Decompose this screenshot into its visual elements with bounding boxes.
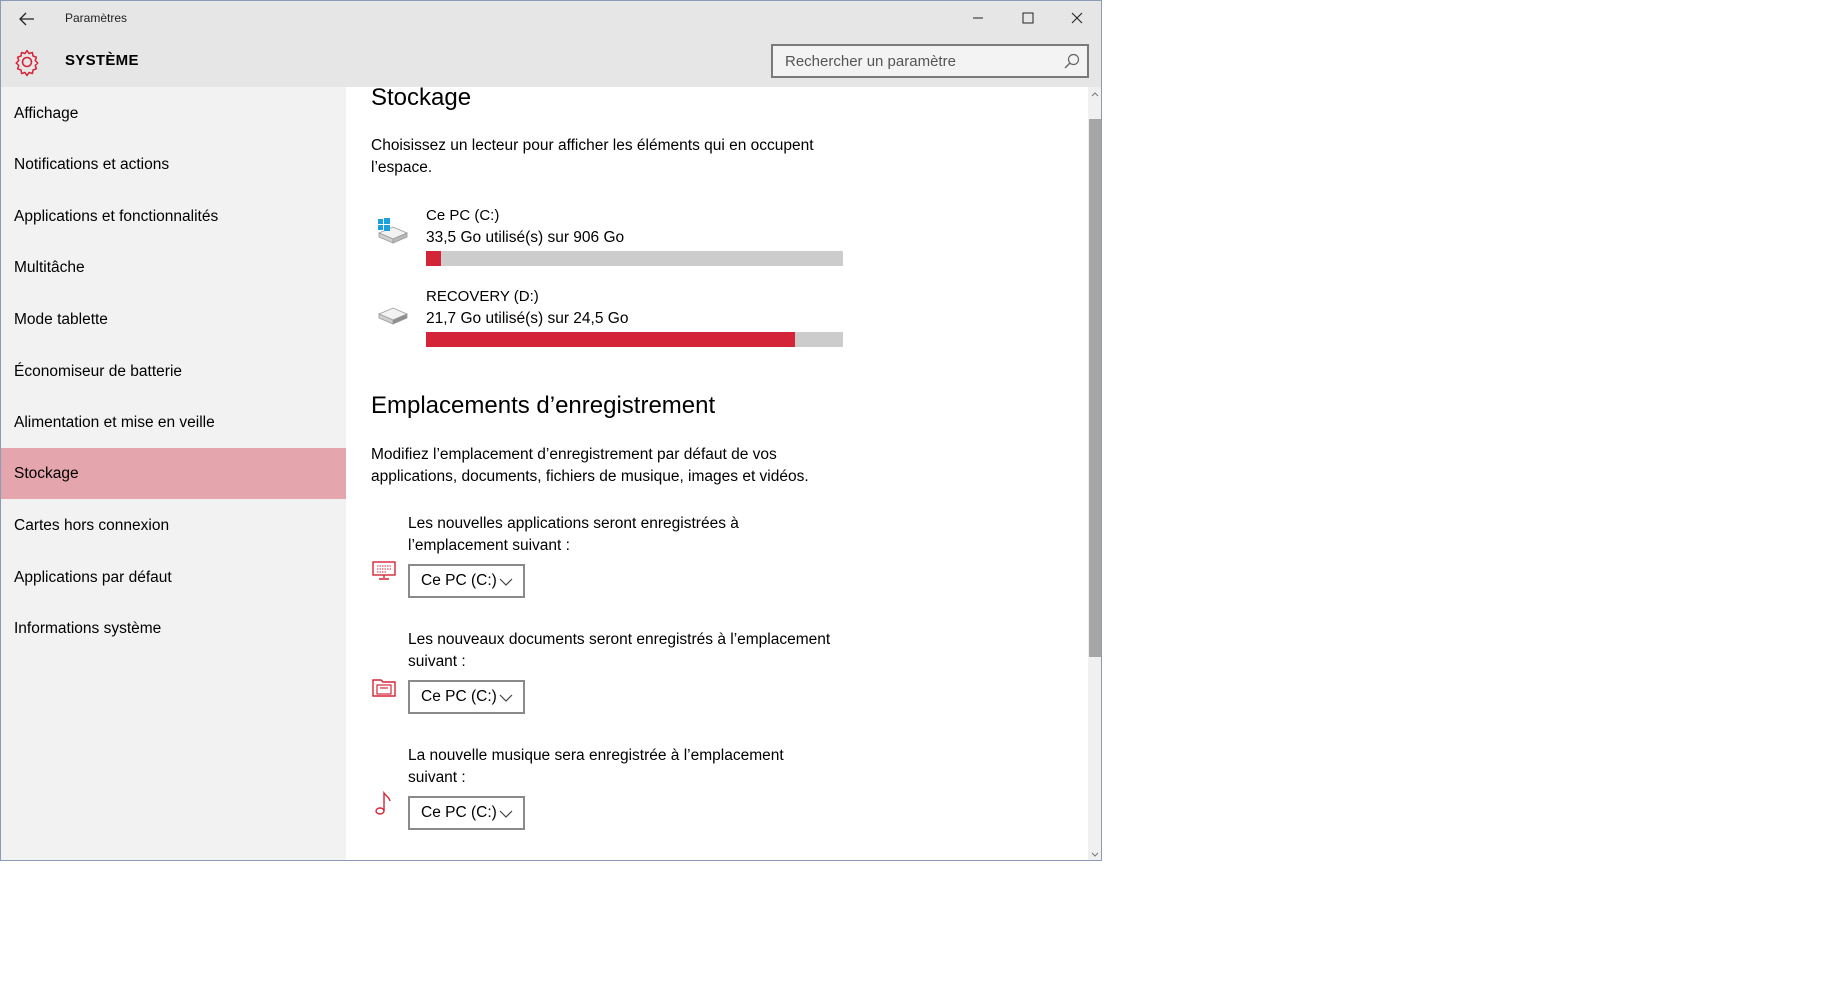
search-icon[interactable] [1063,52,1081,70]
back-button[interactable] [11,5,43,33]
music-location-dropdown[interactable]: Ce PC (C:) [408,796,525,830]
sidebar-item-label: Applications par défaut [14,568,172,586]
save-locations-description: Modifiez l’emplacement d’enregistrement … [371,446,809,485]
chevron-down-icon [1091,852,1099,857]
close-button[interactable] [1052,1,1101,35]
settings-window: Paramètres SYSTÈME Rechercher un paramèt… [0,0,1102,861]
drive-name: RECOVERY (D:) [426,288,539,305]
sidebar-item-label: Alimentation et mise en veille [14,413,215,431]
drive-usage: 21,7 Go utilisé(s) sur 24,5 Go [426,310,629,327]
minimize-button[interactable] [953,1,1003,35]
chevron-down-icon [499,578,513,586]
main-content: Stockage Choisissez un lecteur pour affi… [346,87,1088,860]
storage-heading: Stockage [371,87,472,111]
sidebar-item-cartes[interactable]: Cartes hors connexion [1,500,346,551]
drive-name: Ce PC (C:) [426,207,500,224]
minimize-icon [973,17,983,19]
settings-header: SYSTÈME [1,37,1101,87]
sidebar-item-label: Cartes hors connexion [14,516,170,534]
scroll-down-button[interactable] [1088,848,1101,860]
title-bar: Paramètres [1,1,1101,37]
drive-usage-fill [426,332,796,347]
chevron-up-icon [1091,92,1099,97]
gear-icon [15,49,39,77]
sidebar-item-label: Affichage [14,104,79,122]
sidebar-item-alimentation[interactable]: Alimentation et mise en veille [1,397,346,448]
sidebar-item-applications[interactable]: Applications et fonctionnalités [1,191,346,242]
maximize-icon [1022,12,1034,24]
sidebar-item-economiseur[interactable]: Économiseur de batterie [1,346,346,397]
sidebar-item-label: Notifications et actions [14,155,170,173]
sidebar-item-stockage[interactable]: Stockage [1,448,346,499]
sidebar-item-label: Multitâche [14,258,85,276]
sidebar-item-label: Stockage [14,464,79,482]
sidebar-item-label: Mode tablette [14,310,108,328]
drive-d[interactable]: RECOVERY (D:) 21,7 Go utilisé(s) sur 24,… [371,288,851,354]
dropdown-value: Ce PC (C:) [421,804,497,821]
sidebar-item-label: Applications et fonctionnalités [14,207,219,225]
search-input[interactable] [773,46,1087,76]
search-box[interactable] [771,44,1089,78]
sidebar-item-multitache[interactable]: Multitâche [1,242,346,293]
sidebar-item-mode-tablette[interactable]: Mode tablette [1,294,346,345]
chevron-down-icon [499,810,513,818]
apps-location-dropdown[interactable]: Ce PC (C:) [408,564,525,598]
documents-icon [372,679,396,697]
save-locations-heading: Emplacements d’enregistrement [371,392,716,419]
sidebar-item-informations[interactable]: Informations système [1,603,346,654]
close-icon [1071,12,1083,24]
drive-icon [377,307,409,325]
storage-description: Choisissez un lecteur pour afficher les … [371,137,814,176]
chevron-down-icon [499,694,513,702]
drive-c[interactable]: Ce PC (C:) 33,5 Go utilisé(s) sur 906 Go [371,207,851,273]
music-note-icon [375,790,391,815]
scroll-up-button[interactable] [1088,87,1101,101]
music-location-label: La nouvelle musique sera enregistrée à l… [408,747,784,786]
drive-usage-bar [426,332,843,347]
documents-location-dropdown[interactable]: Ce PC (C:) [408,680,525,714]
drive-usage: 33,5 Go utilisé(s) sur 906 Go [426,229,625,246]
drive-usage-fill [426,251,442,266]
scroll-thumb[interactable] [1089,119,1101,657]
documents-location-label: Les nouveaux documents seront enregistré… [408,631,831,670]
sidebar-item-applications-defaut[interactable]: Applications par défaut [1,552,346,603]
windows-drive-icon [377,218,409,244]
back-arrow-icon [19,12,34,26]
sidebar-item-affichage[interactable]: Affichage [1,88,346,139]
sidebar-item-label: Informations système [14,619,162,637]
apps-monitor-icon [372,561,396,580]
maximize-button[interactable] [1003,1,1053,35]
dropdown-value: Ce PC (C:) [421,572,497,589]
apps-location-label: Les nouvelles applications seront enregi… [408,515,739,554]
dropdown-value: Ce PC (C:) [421,688,497,705]
content-scrollbar[interactable] [1088,87,1101,860]
sidebar-item-notifications[interactable]: Notifications et actions [1,139,346,190]
sidebar-item-label: Économiseur de batterie [14,362,183,380]
drive-usage-bar [426,251,843,266]
page-title: SYSTÈME [65,52,139,69]
window-title: Paramètres [65,11,128,25]
sidebar: Affichage Notifications et actions Appli… [1,87,346,860]
